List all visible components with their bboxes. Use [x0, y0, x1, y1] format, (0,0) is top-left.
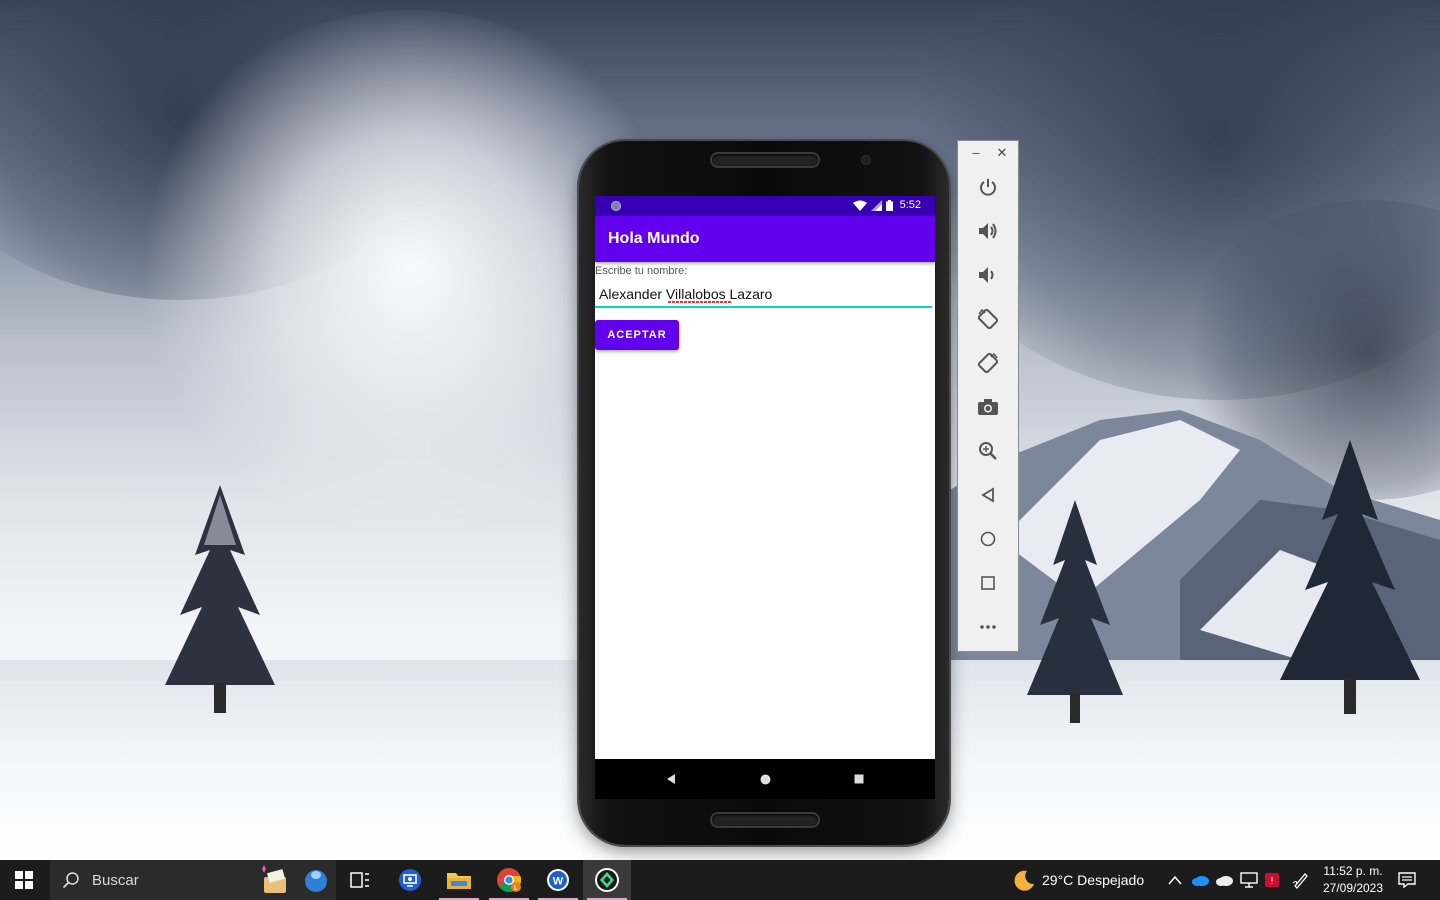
nav-overview-icon[interactable] [851, 771, 867, 787]
nav-home-icon[interactable] [757, 771, 773, 787]
notification-center-icon[interactable] [1398, 860, 1416, 900]
minimize-icon[interactable]: – [968, 145, 984, 160]
back-icon[interactable] [977, 484, 999, 506]
camera-icon[interactable] [977, 396, 999, 418]
search-highlight-icon [262, 865, 327, 893]
onedrive-blue-icon[interactable] [1192, 860, 1210, 900]
remote-desktop-icon [399, 869, 421, 891]
rotate-left-icon[interactable] [977, 308, 999, 330]
android-studio-icon [595, 868, 619, 892]
status-bar: 5:52 [595, 196, 935, 216]
signal-icon [870, 199, 882, 211]
more-icon[interactable] [977, 616, 999, 638]
svg-text:W: W [553, 876, 564, 888]
pen-icon[interactable] [1292, 860, 1310, 900]
spellcheck-underline [668, 301, 732, 303]
task-view-icon [350, 872, 369, 888]
clock-date: 27/09/2023 [1322, 881, 1384, 895]
app-title: Hola Mundo [608, 230, 700, 247]
taskbar-app-remote[interactable] [386, 860, 434, 900]
notification-icon [611, 201, 621, 211]
taskbar-app-file-explorer[interactable] [435, 860, 483, 900]
windows-taskbar: Buscar L W 29°C Despejado ! 11:52 p. m. … [0, 860, 1440, 900]
android-nav-bar [595, 759, 935, 799]
folder-icon [447, 873, 471, 889]
wifi-icon [852, 200, 867, 211]
home-icon[interactable] [977, 528, 999, 550]
phone-speaker-top [712, 154, 818, 166]
phone-screen: 5:52 Hola Mundo Escribe tu nombre: ACEPT… [595, 196, 935, 799]
volume-down-icon[interactable] [977, 264, 999, 286]
task-view-button[interactable] [336, 860, 384, 900]
taskbar-search-box[interactable]: Buscar [50, 860, 336, 900]
name-field-label: Escribe tu nombre: [595, 265, 688, 277]
antivirus-icon[interactable]: ! [1264, 860, 1280, 900]
taskbar-app-chrome[interactable]: L [485, 860, 533, 900]
weather-moon-icon [1014, 870, 1034, 891]
zoom-icon[interactable] [977, 440, 999, 462]
phone-camera [862, 156, 870, 164]
search-placeholder: Buscar [92, 871, 139, 889]
windows-logo-icon [15, 871, 33, 889]
close-icon[interactable]: ✕ [994, 145, 1010, 161]
search-icon [62, 872, 79, 889]
taskbar-app-word[interactable]: W [534, 860, 582, 900]
word-icon: W [547, 869, 569, 891]
chrome-icon: L [497, 868, 522, 893]
svg-text:L: L [514, 885, 518, 892]
status-time: 5:52 [899, 199, 921, 211]
start-button[interactable] [0, 860, 48, 900]
app-bar: Hola Mundo [595, 216, 935, 262]
overview-icon[interactable] [977, 572, 999, 594]
volume-up-icon[interactable] [977, 220, 999, 242]
tray-expand-icon[interactable] [1168, 860, 1182, 900]
accept-button[interactable]: ACEPTAR [595, 320, 679, 350]
name-input[interactable] [595, 282, 932, 308]
taskbar-clock[interactable]: 11:52 p. m. 27/09/2023 [1318, 863, 1388, 897]
phone-emulator-frame: 5:52 Hola Mundo Escribe tu nombre: ACEPT… [579, 141, 949, 845]
network-icon[interactable] [1240, 860, 1258, 900]
onedrive-white-icon[interactable] [1216, 860, 1234, 900]
power-icon[interactable] [977, 176, 999, 198]
phone-speaker-bottom [712, 814, 818, 826]
clock-time: 11:52 p. m. [1323, 864, 1383, 878]
nav-back-icon[interactable] [663, 771, 679, 787]
taskbar-app-emulator[interactable] [583, 860, 631, 900]
svg-text:!: ! [1271, 876, 1274, 887]
rotate-right-icon[interactable] [977, 352, 999, 374]
emulator-toolbar: – ✕ [957, 140, 1019, 652]
weather-text[interactable]: 29°C Despejado [1042, 860, 1144, 900]
battery-icon [885, 199, 893, 211]
